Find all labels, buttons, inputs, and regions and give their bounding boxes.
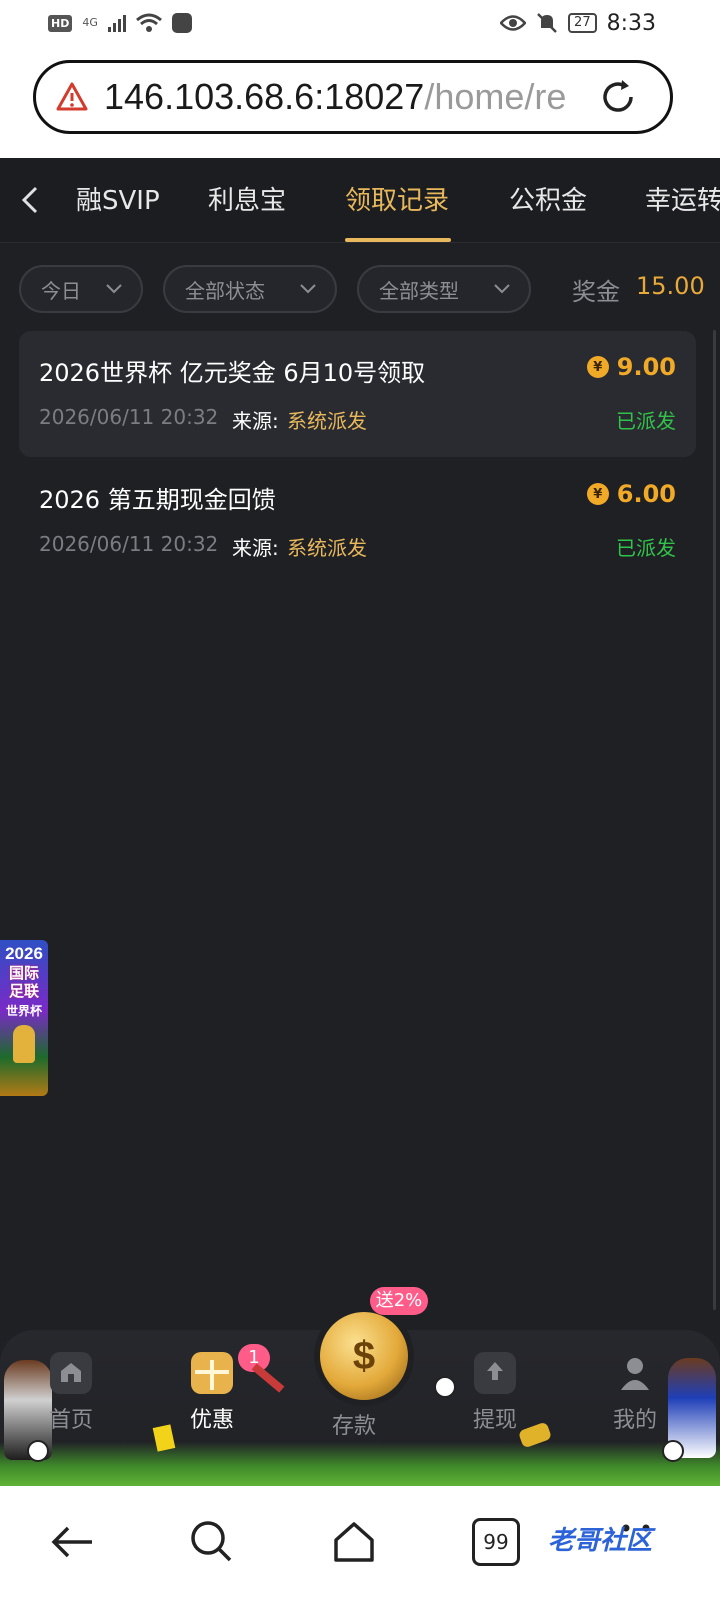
watermark-logo: 老哥社区: [548, 1526, 653, 1556]
banner-year: 2026: [5, 944, 43, 963]
tab-bar: 融SVIP 利息宝 领取记录 公积金 幸运转: [0, 158, 720, 243]
banner-line1: 国际: [8, 964, 39, 982]
active-tab-indicator: [345, 238, 451, 242]
date-filter-label: 今日: [41, 278, 81, 303]
reload-icon[interactable]: [598, 77, 638, 117]
warning-icon[interactable]: [56, 81, 88, 113]
type-filter-label: 全部类型: [379, 278, 459, 303]
hd-indicator: HD: [48, 14, 73, 32]
tabs-count-button[interactable]: 99: [472, 1518, 520, 1566]
back-arrow-icon[interactable]: [48, 1518, 96, 1566]
tab-interest[interactable]: 利息宝: [208, 180, 286, 217]
app-notification-icon: [171, 13, 192, 33]
record-source: 系统派发: [287, 536, 367, 560]
deposit-promo-badge: 送2%: [370, 1287, 428, 1315]
url-bar[interactable]: 146.103.68.6:18027/home/re: [33, 60, 673, 134]
chevron-down-icon: [106, 284, 122, 294]
status-filter-dropdown[interactable]: 全部状态: [163, 265, 337, 313]
world-cup-banner[interactable]: 2026 国际 足联 世界杯: [0, 940, 48, 1096]
status-bar: HD 4G 27 8:33: [0, 0, 720, 46]
network-type: 4G: [82, 16, 98, 29]
status-right: 27 8:33: [500, 11, 656, 36]
record-title: 2026世界杯 亿元奖金 6月10号领取: [39, 359, 426, 387]
soccer-ball-decoration: [27, 1440, 49, 1462]
chevron-down-icon: [494, 284, 510, 294]
signal-icon: [107, 14, 126, 32]
nav-home[interactable]: 首页: [21, 1352, 121, 1434]
record-time: 2026/06/11 20:32: [39, 405, 219, 429]
eye-icon: [500, 15, 527, 31]
tab-claim-records[interactable]: 领取记录: [345, 180, 449, 217]
url-host: 146.103.68.6:18027: [104, 76, 425, 117]
nav-deposit[interactable]: 存款: [304, 1400, 404, 1440]
date-filter-dropdown[interactable]: 今日: [19, 265, 143, 313]
record-source: 系统派发: [287, 409, 367, 433]
banner-line2: 足联: [8, 982, 39, 1000]
wifi-icon: [135, 13, 162, 32]
record-source-label: 来源:: [232, 536, 279, 560]
user-icon: [614, 1352, 656, 1394]
nav-promotions-label: 优惠: [189, 1408, 234, 1433]
soccer-ball-decoration: [662, 1440, 684, 1462]
record-amount-value: 6.00: [616, 480, 676, 508]
record-source-label: 来源:: [232, 409, 279, 433]
record-item[interactable]: 2026 第五期现金回馈 ¥ 6.00 2026/06/11 20:32 来源:…: [19, 458, 696, 584]
status-filter-label: 全部状态: [185, 278, 265, 303]
record-status: 已派发: [616, 536, 676, 560]
browser-toolbar: 146.103.68.6:18027/home/re: [0, 46, 720, 158]
nav-home-label: 首页: [48, 1408, 93, 1433]
record-amount: ¥ 9.00: [586, 353, 676, 381]
deposit-button[interactable]: $: [314, 1306, 414, 1406]
type-filter-dropdown[interactable]: 全部类型: [357, 265, 531, 313]
chevron-left-icon[interactable]: [18, 184, 42, 216]
tab-lucky-wheel[interactable]: 幸运转: [645, 180, 720, 217]
nav-profile[interactable]: 我的: [585, 1352, 685, 1434]
coin-icon: ¥: [586, 356, 609, 378]
tab-svip[interactable]: 融SVIP: [76, 180, 160, 217]
record-time: 2026/06/11 20:32: [39, 532, 219, 556]
record-amount-value: 9.00: [616, 353, 676, 381]
scrollbar[interactable]: [713, 330, 716, 1310]
status-left: HD 4G: [48, 13, 192, 33]
chevron-down-icon: [300, 284, 316, 294]
home-icon: [50, 1352, 92, 1394]
nav-profile-label: 我的: [612, 1408, 657, 1433]
record-item[interactable]: 2026世界杯 亿元奖金 6月10号领取 ¥ 9.00 2026/06/11 2…: [19, 331, 696, 457]
bonus-total-value: 15.00: [636, 272, 705, 300]
soccer-ball-decoration: [434, 1376, 456, 1398]
grass-decoration: [0, 1442, 720, 1486]
clock: 8:33: [606, 10, 656, 36]
record-title: 2026 第五期现金回馈: [39, 486, 276, 514]
withdraw-icon: [474, 1352, 516, 1394]
trophy-icon: [13, 1025, 35, 1063]
coin-icon: ¥: [586, 483, 609, 505]
banner-line3: 世界杯: [5, 1004, 42, 1018]
network-label: 4G: [82, 16, 98, 29]
search-icon[interactable]: [188, 1518, 236, 1566]
record-amount: ¥ 6.00: [586, 480, 676, 508]
nav-withdraw[interactable]: 提现: [445, 1352, 545, 1434]
mute-bell-icon: [537, 13, 557, 33]
record-status: 已派发: [616, 409, 676, 433]
bonus-total-label: 奖金: [572, 278, 620, 306]
url-text[interactable]: 146.103.68.6:18027/home/re: [104, 76, 584, 118]
tab-provident-fund[interactable]: 公积金: [509, 180, 587, 217]
nav-deposit-label: 存款: [331, 1414, 376, 1439]
url-path: /home/re: [424, 76, 567, 117]
home-icon[interactable]: [330, 1518, 378, 1566]
dollar-plus-icon: $: [352, 1333, 376, 1378]
battery-icon: 27: [568, 13, 597, 33]
gift-icon: [191, 1352, 233, 1394]
